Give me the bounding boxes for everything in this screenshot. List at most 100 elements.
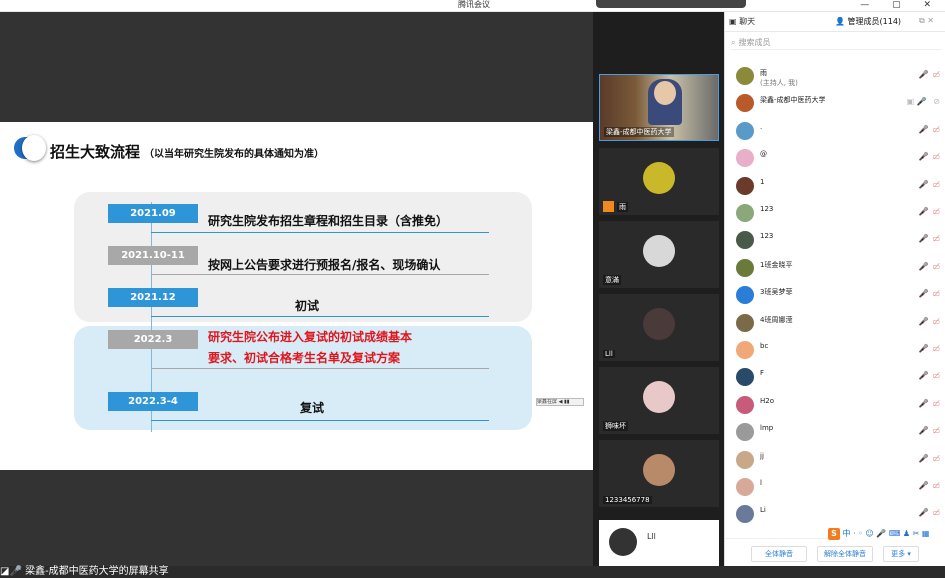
members-icon: 👤	[835, 17, 848, 26]
self-name: Lll	[647, 532, 656, 541]
presenter-mini-label[interactable]: 梁鑫在屏 ◀ ▮▮	[536, 398, 584, 406]
participant-name-text: 123	[760, 205, 774, 213]
camera-off-icon[interactable]: ▭̸	[932, 125, 940, 134]
slide-title: 招生大致流程 （以当年研究生院发布的具体通知为准）	[50, 141, 324, 162]
participant-name-text: 3班吴梦菲	[760, 288, 793, 297]
video-tile-3[interactable]: 意滿	[599, 221, 719, 288]
mic-muted-icon[interactable]: 🎤̸	[918, 508, 928, 517]
avatar	[736, 505, 754, 524]
participant-row[interactable]: bc 🎤̸ ▭̸	[725, 338, 945, 364]
mic-muted-icon[interactable]: 🎤̸	[918, 317, 928, 326]
unmute-all-button[interactable]: 解除全体静音	[817, 546, 873, 562]
participant-status-icons: 🎤̸ ▭̸	[914, 125, 940, 134]
step-date-4: 2022.3	[108, 330, 198, 349]
mute-all-button[interactable]: 全体静音	[751, 546, 807, 562]
panel-bottom-bar: 全体静音 解除全体静音 更多 ▾	[725, 538, 945, 566]
mic-muted-icon[interactable]: 🎤̸	[918, 180, 928, 189]
participant-name: Li	[760, 506, 766, 514]
camera-off-icon[interactable]: ▭̸	[932, 262, 940, 271]
camera-off-icon[interactable]: ▭̸	[932, 454, 940, 463]
more-button[interactable]: 更多 ▾	[883, 546, 919, 562]
shared-slide: 招生大致流程 （以当年研究生院发布的具体通知为准） 2021.09 研究生院发布招…	[0, 122, 593, 470]
participant-row[interactable]: 1班金晓平 🎤̸ ▭̸	[725, 256, 945, 282]
step-text-3: 初试	[295, 299, 320, 313]
step-date-2: 2021.10-11	[108, 246, 198, 265]
video-tile-2[interactable]: 雨	[599, 148, 719, 215]
participant-name-text: F	[760, 369, 765, 378]
participant-row[interactable]: jj 🎤̸ ▭̸	[725, 448, 945, 474]
avatar	[609, 528, 637, 556]
mic-muted-icon[interactable]: 🎤̸	[918, 371, 928, 380]
share-status-chip[interactable]	[596, 0, 746, 8]
participant-row[interactable]: 3班吴梦菲 🎤̸ ▭̸	[725, 283, 945, 309]
participant-row[interactable]: 123 🎤̸ ▭̸	[725, 201, 945, 227]
video-tile-4[interactable]: Lll	[599, 294, 719, 361]
step-date-3: 2021.12	[108, 288, 198, 307]
mic-muted-icon[interactable]: 🎤̸	[918, 207, 928, 216]
mic-muted-icon[interactable]: 🎤̸	[918, 454, 928, 463]
camera-off-icon[interactable]: ▭̸	[932, 426, 940, 435]
participant-row[interactable]: 梁鑫-成都中医药大学 ▣ 🎤 ⊘	[725, 91, 945, 117]
camera-off-icon[interactable]: ▭̸	[932, 207, 940, 216]
participant-status-icons: 🎤̸ ▭̸	[914, 481, 940, 490]
avatar	[643, 381, 675, 413]
camera-off-icon[interactable]: ▭̸	[932, 508, 940, 517]
popout-icon[interactable]: ⧉ ✕	[919, 16, 934, 26]
video-tile-6[interactable]: 1233456778	[599, 440, 719, 507]
participant-row[interactable]: 123 🎤̸ ▭̸	[725, 228, 945, 254]
camera-off-icon[interactable]: ▭̸	[932, 481, 940, 490]
participant-name-text: Li	[760, 506, 766, 515]
participant-row[interactable]: @ 🎤̸ ▭̸	[725, 146, 945, 172]
mic-on-icon[interactable]: 🎤	[914, 97, 927, 106]
step-text-4b: 要求、初试合格考生名单及复试方案	[208, 351, 401, 365]
camera-off-icon[interactable]: ▭̸	[932, 371, 940, 380]
avatar	[736, 313, 754, 332]
mic-muted-icon[interactable]: 🎤̸	[918, 481, 928, 490]
step-line-2	[151, 274, 489, 275]
mic-muted-icon[interactable]: 🎤̸	[918, 344, 928, 353]
window-controls[interactable]: — ▢ ✕	[860, 0, 941, 10]
camera-off-icon[interactable]: ▭̸	[932, 152, 940, 161]
participant-row[interactable]: lmp 🎤̸ ▭̸	[725, 420, 945, 446]
self-video-tile[interactable]: Lll	[599, 520, 719, 566]
camera-off-icon[interactable]: ▭̸	[932, 70, 940, 79]
mic-muted-icon[interactable]: 🎤̸	[918, 152, 928, 161]
participant-name: 123	[760, 205, 773, 213]
participant-row[interactable]: 1 🎤̸ ▭̸	[725, 174, 945, 200]
camera-off-icon[interactable]: ⊘	[931, 97, 940, 106]
mic-muted-icon[interactable]: 🎤̸	[918, 262, 928, 271]
participant-row[interactable]: 雨 (主持人, 我) 🎤̸ ▭̸	[725, 64, 945, 90]
mic-muted-icon[interactable]: 🎤̸	[918, 399, 928, 408]
participant-status-icons: 🎤̸ ▭̸	[914, 317, 940, 326]
camera-off-icon[interactable]: ▭̸	[932, 399, 940, 408]
tab-members[interactable]: 👤 管理成员(114)	[835, 16, 901, 27]
camera-off-icon[interactable]: ▭̸	[932, 234, 940, 243]
participant-row[interactable]: 4班周娜滢 🎤̸ ▭̸	[725, 311, 945, 337]
mic-muted-icon[interactable]: 🎤̸	[918, 125, 928, 134]
participant-row[interactable]: H2o 🎤̸ ▭̸	[725, 393, 945, 419]
mic-muted-icon[interactable]: 🎤̸	[918, 234, 928, 243]
video-tile-5[interactable]: 狮味坏	[599, 367, 719, 434]
camera-off-icon[interactable]: ▭̸	[932, 289, 940, 298]
mic-muted-icon[interactable]: 🎤̸	[918, 289, 928, 298]
participant-role: (主持人, 我)	[760, 79, 798, 87]
mic-muted-icon[interactable]: 🎤̸	[918, 70, 928, 79]
slide-title-main: 招生大致流程	[50, 143, 141, 161]
camera-off-icon[interactable]: ▭̸	[932, 180, 940, 189]
ime-toolbar[interactable]: S 中 · ◦ ☺ 🎤 ⌨ ♟ ✂ ▦	[828, 527, 945, 541]
participant-row[interactable]: Li 🎤̸ ▭̸	[725, 502, 945, 528]
camera-off-icon[interactable]: ▭̸	[932, 317, 940, 326]
tab-chat[interactable]: ▣ 聊天	[729, 16, 755, 27]
participant-row[interactable]: F 🎤̸ ▭̸	[725, 365, 945, 391]
participant-row[interactable]: . 🎤̸ ▭̸	[725, 119, 945, 145]
participant-status-icons: 🎤̸ ▭̸	[914, 454, 940, 463]
search-input[interactable]: ⌕ 搜索成员	[731, 36, 941, 50]
participant-name-text: H2o	[760, 396, 774, 405]
video-tile-1[interactable]: 梁鑫-成都中医药大学	[599, 74, 719, 141]
mic-muted-icon[interactable]: 🎤̸	[918, 426, 928, 435]
video-gallery: 梁鑫-成都中医药大学 雨 意滿 Lll 狮味坏 1233456778 Lll	[593, 12, 724, 566]
camera-off-icon[interactable]: ▭̸	[932, 344, 940, 353]
panel-tabs: ▣ 聊天 👤 管理成员(114) ⧉ ✕	[725, 12, 945, 32]
avatar	[736, 149, 754, 168]
participant-row[interactable]: l 🎤̸ ▭̸	[725, 475, 945, 501]
